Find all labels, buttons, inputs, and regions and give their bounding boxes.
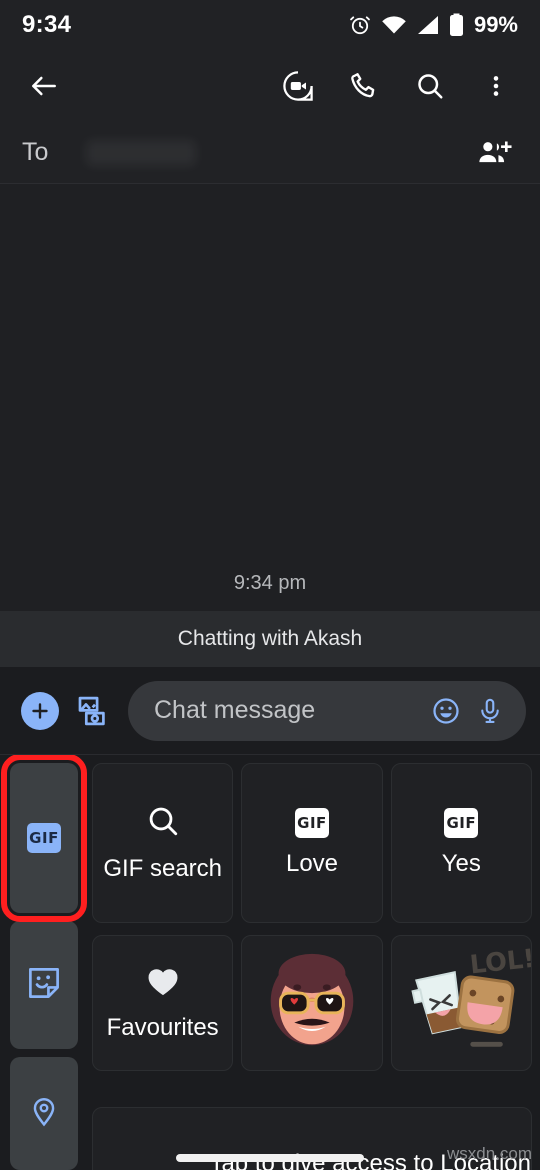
conversation-area: 9:34 pm [0, 184, 540, 611]
battery-icon [449, 13, 464, 37]
video-call-icon[interactable] [274, 62, 322, 110]
chat-message-input[interactable]: Chat message [128, 680, 526, 741]
alarm-icon [348, 13, 372, 37]
picker-content-grid: GIF search GIF Love GIF Yes Favourites L… [84, 763, 540, 1170]
svg-text:LOL!: LOL! [469, 944, 532, 981]
gallery-camera-icon[interactable] [66, 685, 118, 737]
overflow-menu-icon[interactable] [472, 62, 520, 110]
tile-favourites[interactable]: Favourites [92, 935, 234, 1071]
tab-stickers[interactable] [10, 921, 78, 1050]
messages-app-screen: 9:34 99% To 9:34 pm Chatting with Akash … [0, 0, 540, 1170]
watermark: wsxdn.com [446, 1144, 532, 1163]
tile-sticker-lol-milk-cookie[interactable]: LOL! [390, 935, 532, 1071]
chatting-with-banner: Chatting with Akash [0, 611, 540, 667]
back-arrow-icon[interactable] [20, 62, 68, 110]
gif-badge-icon: GIF [444, 808, 479, 838]
sticker-lol-icon: LOL! [411, 944, 531, 1047]
tile-label: Love [285, 850, 339, 877]
phone-call-icon[interactable] [340, 62, 388, 110]
conversation-timestamp: 9:34 pm [233, 572, 307, 594]
sticker-face-icon [270, 953, 354, 1046]
status-icons: 99% [348, 12, 518, 38]
add-people-icon[interactable] [470, 129, 518, 177]
tile-gif-search[interactable]: GIF search [92, 763, 234, 923]
location-pin-icon [27, 1094, 61, 1133]
signal-icon [416, 14, 440, 36]
tab-location[interactable] [10, 1057, 78, 1170]
recipient-chip-blurred[interactable] [86, 139, 197, 166]
media-picker: GIF GIF search GIF Love GIF Yes Favourit… [0, 755, 540, 1170]
gif-badge-icon: GIF [294, 808, 329, 838]
gif-icon: GIF [27, 823, 61, 854]
recipient-row[interactable]: To [0, 122, 540, 184]
tab-gif[interactable]: GIF [1, 755, 87, 923]
sticker-icon [25, 964, 63, 1007]
battery-percent: 99% [473, 12, 518, 37]
plus-icon [21, 691, 59, 730]
chat-message-placeholder: Chat message [154, 696, 316, 724]
search-icon [146, 804, 180, 843]
picker-category-rail: GIF [0, 755, 87, 1170]
tile-gif-love[interactable]: GIF Love [241, 763, 383, 923]
tile-label: Favourites [106, 1013, 219, 1041]
status-time: 9:34 [22, 11, 72, 38]
home-indicator[interactable] [176, 1154, 364, 1162]
emoji-icon[interactable] [424, 689, 468, 733]
heart-icon [146, 965, 180, 1002]
message-composer: Chat message [0, 667, 540, 755]
to-label: To [22, 138, 49, 166]
microphone-icon[interactable] [468, 689, 512, 733]
tile-gif-yes[interactable]: GIF Yes [390, 763, 532, 923]
status-bar: 9:34 99% [0, 0, 540, 50]
app-bar [0, 50, 540, 122]
search-icon[interactable] [406, 62, 454, 110]
add-attachment-button[interactable] [14, 685, 66, 737]
wifi-icon [381, 14, 407, 36]
tile-label: GIF search [103, 854, 223, 882]
chatting-with-label: Chatting with Akash [177, 627, 363, 650]
tile-label: Yes [441, 850, 481, 877]
tile-sticker-heart-eyes-face[interactable] [241, 935, 383, 1071]
